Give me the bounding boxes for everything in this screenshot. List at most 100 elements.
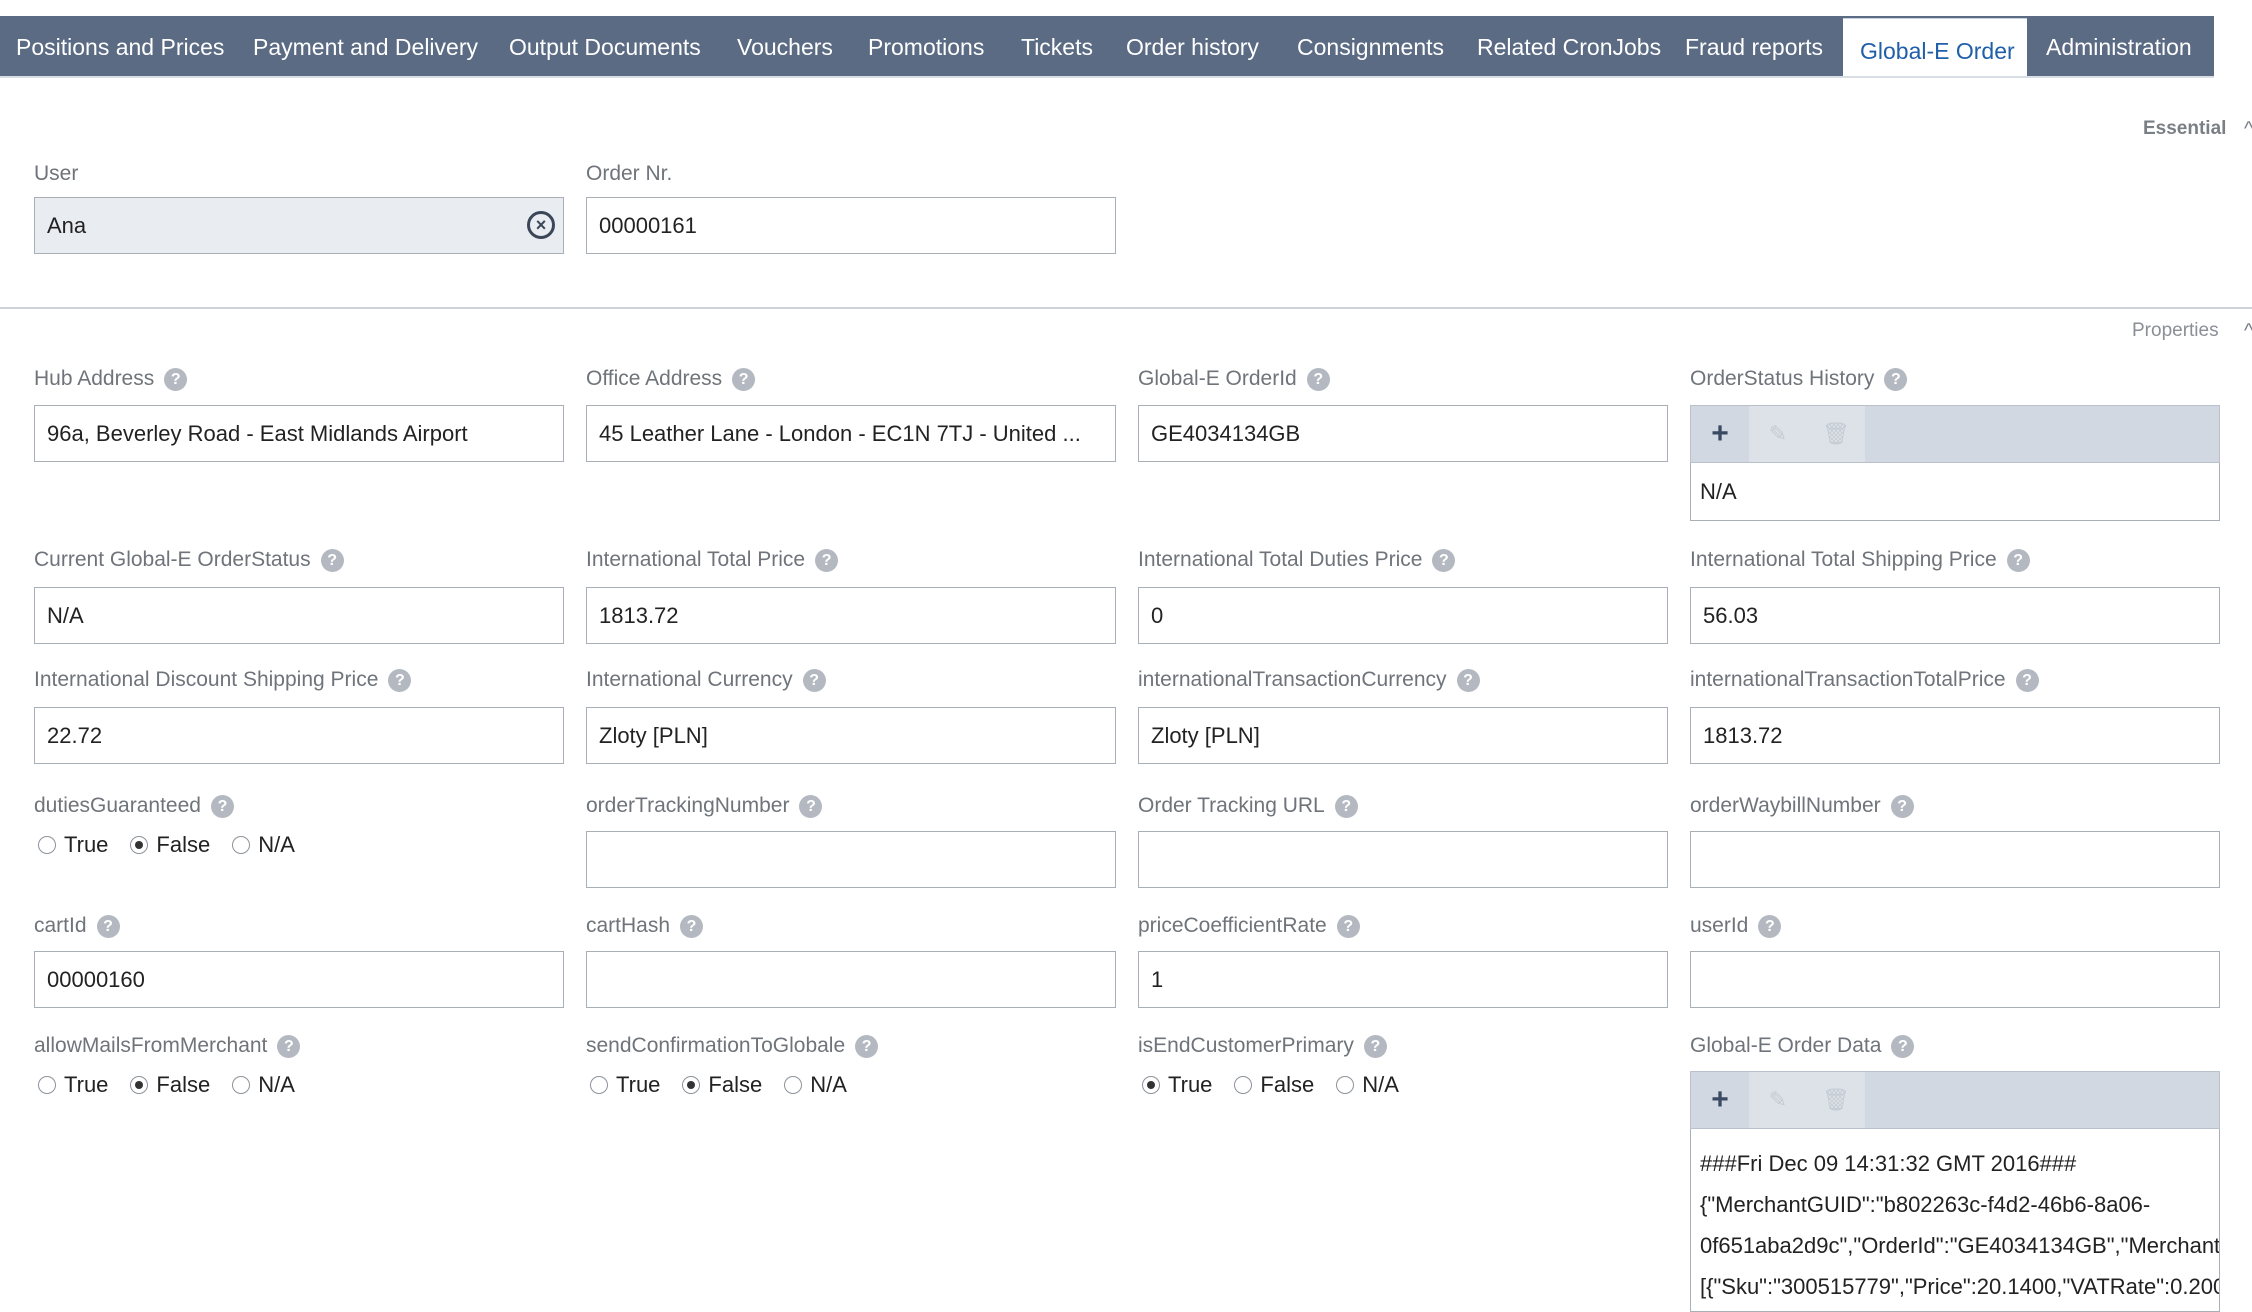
help-icon[interactable]: ? bbox=[1891, 1034, 1915, 1058]
order-nr-field[interactable]: 00000161 bbox=[586, 197, 1116, 254]
intl-transaction-currency-field[interactable]: Zloty [PLN] bbox=[1138, 707, 1668, 764]
radio-button-checked[interactable] bbox=[1142, 1076, 1160, 1094]
globale-order-id-field[interactable]: GE4034134GB bbox=[1138, 405, 1668, 462]
help-icon[interactable]: ? bbox=[1334, 794, 1358, 818]
tab-related-cronjobs[interactable]: Related CronJobs bbox=[1477, 16, 1661, 76]
hub-address-field[interactable]: 96a, Beverley Road - East Midlands Airpo… bbox=[34, 405, 564, 462]
send-confirmation-true[interactable]: True bbox=[590, 1072, 660, 1098]
help-icon[interactable]: ? bbox=[1758, 914, 1782, 938]
help-icon[interactable]: ? bbox=[1884, 367, 1908, 391]
duties-guaranteed-false[interactable]: False bbox=[130, 832, 210, 858]
intl-currency-field[interactable]: Zloty [PLN] bbox=[586, 707, 1116, 764]
radio-button[interactable] bbox=[1336, 1076, 1355, 1094]
intl-total-price-field[interactable]: 1813.72 bbox=[586, 587, 1116, 644]
order-waybill-number-field[interactable] bbox=[1690, 831, 2220, 888]
help-icon[interactable]: ? bbox=[1456, 668, 1480, 692]
tab-underline bbox=[0, 76, 2214, 78]
intl-total-duties-price-label: International Total Duties Price? bbox=[1138, 548, 1456, 572]
order-status-history-list[interactable]: N/A bbox=[1690, 463, 2220, 521]
is-end-customer-primary-label: isEndCustomerPrimary? bbox=[1138, 1034, 1387, 1058]
user-field[interactable]: Ana bbox=[34, 197, 564, 254]
help-icon[interactable]: ? bbox=[802, 668, 826, 692]
clear-user-icon[interactable]: × bbox=[527, 211, 555, 239]
help-icon[interactable]: ? bbox=[1432, 548, 1456, 572]
radio-button[interactable] bbox=[38, 836, 56, 854]
intl-total-shipping-price-field[interactable]: 56.03 bbox=[1690, 587, 2220, 644]
radio-button-checked[interactable] bbox=[130, 836, 149, 854]
allow-mails-false[interactable]: False bbox=[130, 1072, 210, 1098]
current-order-status-field[interactable]: N/A bbox=[34, 587, 564, 644]
help-icon[interactable]: ? bbox=[1306, 367, 1330, 391]
globale-order-data-list[interactable]: ###Fri Dec 09 14:31:32 GMT 2016### {"Mer… bbox=[1690, 1129, 2220, 1312]
radio-button[interactable] bbox=[232, 1076, 251, 1094]
cart-id-label: cartId? bbox=[34, 914, 120, 938]
help-icon[interactable]: ? bbox=[732, 367, 756, 391]
user-id-label: userId? bbox=[1690, 914, 1782, 938]
collapse-essential-icon[interactable]: ^ bbox=[2244, 119, 2252, 139]
help-icon[interactable]: ? bbox=[855, 1034, 879, 1058]
tab-vouchers[interactable]: Vouchers bbox=[737, 16, 833, 76]
is-end-customer-primary-radios: True False N/A bbox=[1142, 1072, 1421, 1098]
office-address-label: Office Address? bbox=[586, 367, 756, 391]
tab-administration[interactable]: Administration bbox=[2046, 16, 2192, 76]
intl-transaction-total-price-field[interactable]: 1813.72 bbox=[1690, 707, 2220, 764]
tab-consignments[interactable]: Consignments bbox=[1297, 16, 1444, 76]
intl-discount-shipping-price-label: International Discount Shipping Price? bbox=[34, 668, 412, 692]
duties-guaranteed-na[interactable]: N/A bbox=[232, 832, 295, 858]
cart-hash-field[interactable] bbox=[586, 951, 1116, 1008]
duties-guaranteed-true[interactable]: True bbox=[38, 832, 108, 858]
help-icon[interactable]: ? bbox=[1336, 914, 1360, 938]
allow-mails-na[interactable]: N/A bbox=[232, 1072, 295, 1098]
help-icon[interactable]: ? bbox=[164, 367, 188, 391]
cart-hash-label: cartHash? bbox=[586, 914, 704, 938]
send-confirmation-false[interactable]: False bbox=[682, 1072, 762, 1098]
radio-button[interactable] bbox=[38, 1076, 56, 1094]
is-end-customer-false[interactable]: False bbox=[1234, 1072, 1314, 1098]
is-end-customer-na[interactable]: N/A bbox=[1336, 1072, 1399, 1098]
help-icon[interactable]: ? bbox=[388, 668, 412, 692]
add-icon[interactable]: + bbox=[1691, 1072, 1749, 1128]
user-id-field[interactable] bbox=[1690, 951, 2220, 1008]
help-icon[interactable]: ? bbox=[277, 1034, 301, 1058]
add-icon[interactable]: + bbox=[1691, 406, 1749, 462]
tab-global-e-order[interactable]: Global-E Order bbox=[1843, 18, 2027, 80]
collapse-properties-icon[interactable]: ^ bbox=[2244, 321, 2252, 341]
tab-tickets[interactable]: Tickets bbox=[1021, 16, 1093, 76]
radio-button[interactable] bbox=[1234, 1076, 1253, 1094]
help-icon[interactable]: ? bbox=[320, 548, 344, 572]
help-icon[interactable]: ? bbox=[815, 548, 839, 572]
help-icon[interactable]: ? bbox=[1363, 1034, 1387, 1058]
order-tracking-url-field[interactable] bbox=[1138, 831, 1668, 888]
tab-order-history[interactable]: Order history bbox=[1126, 16, 1259, 76]
help-icon[interactable]: ? bbox=[96, 914, 120, 938]
order-data-line: ###Fri Dec 09 14:31:32 GMT 2016### bbox=[1700, 1151, 2077, 1176]
cart-id-field[interactable]: 00000160 bbox=[34, 951, 564, 1008]
allow-mails-true[interactable]: True bbox=[38, 1072, 108, 1098]
radio-button[interactable] bbox=[232, 836, 251, 854]
radio-button-checked[interactable] bbox=[682, 1076, 701, 1094]
globale-order-data-label: Global-E Order Data? bbox=[1690, 1034, 1915, 1058]
help-icon[interactable]: ? bbox=[680, 914, 704, 938]
is-end-customer-true[interactable]: True bbox=[1142, 1072, 1212, 1098]
radio-button[interactable] bbox=[590, 1076, 608, 1094]
price-coefficient-rate-field[interactable]: 1 bbox=[1138, 951, 1668, 1008]
tab-output-documents[interactable]: Output Documents bbox=[509, 16, 701, 76]
intl-discount-shipping-price-field[interactable]: 22.72 bbox=[34, 707, 564, 764]
tab-fraud-reports[interactable]: Fraud reports bbox=[1685, 16, 1823, 76]
tab-positions-and-prices[interactable]: Positions and Prices bbox=[16, 16, 224, 76]
radio-button-checked[interactable] bbox=[130, 1076, 149, 1094]
help-icon[interactable]: ? bbox=[2006, 548, 2030, 572]
radio-button[interactable] bbox=[784, 1076, 803, 1094]
order-tracking-number-field[interactable] bbox=[586, 831, 1116, 888]
help-icon[interactable]: ? bbox=[2015, 668, 2039, 692]
tab-payment-and-delivery[interactable]: Payment and Delivery bbox=[253, 16, 478, 76]
help-icon[interactable]: ? bbox=[210, 794, 234, 818]
intl-total-price-label: International Total Price? bbox=[586, 548, 839, 572]
help-icon[interactable]: ? bbox=[799, 794, 823, 818]
send-confirmation-na[interactable]: N/A bbox=[784, 1072, 847, 1098]
office-address-field[interactable]: 45 Leather Lane - London - EC1N 7TJ - Un… bbox=[586, 405, 1116, 462]
intl-total-duties-price-field[interactable]: 0 bbox=[1138, 587, 1668, 644]
help-icon[interactable]: ? bbox=[1890, 794, 1914, 818]
tab-promotions[interactable]: Promotions bbox=[868, 16, 984, 76]
order-waybill-number-label: orderWaybillNumber? bbox=[1690, 794, 1914, 818]
